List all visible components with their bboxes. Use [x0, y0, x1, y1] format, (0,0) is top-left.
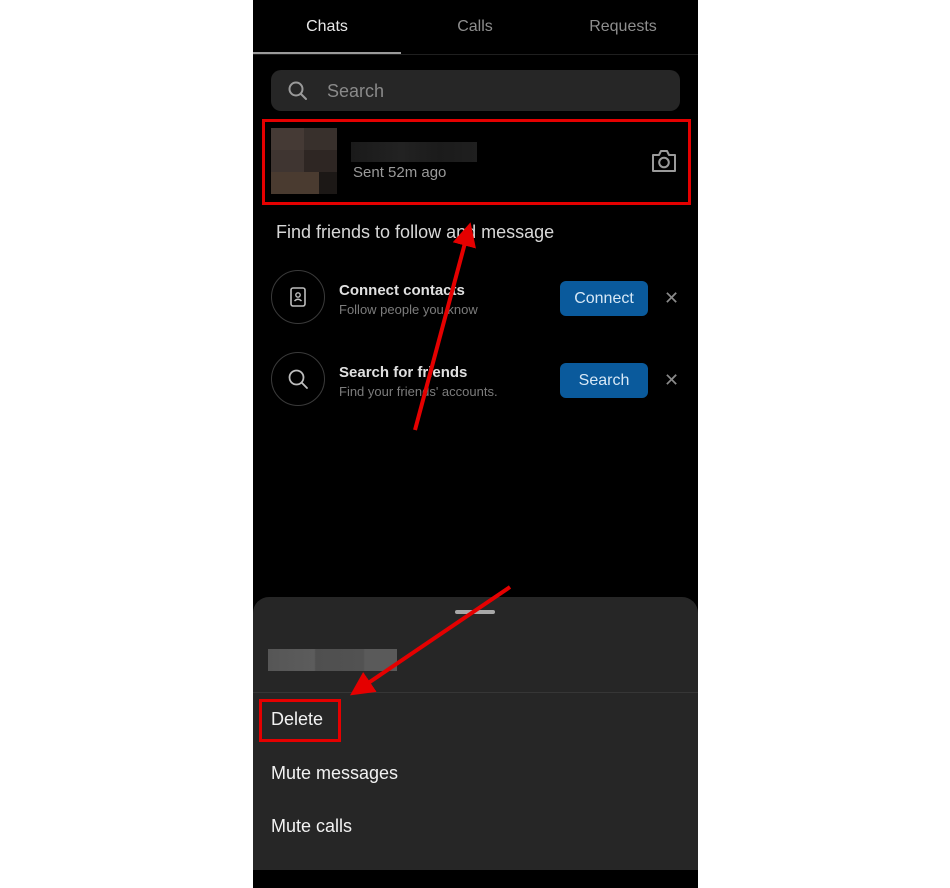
find-friends-title: Find friends to follow and message: [276, 222, 555, 242]
camera-icon[interactable]: [650, 148, 678, 174]
close-icon[interactable]: ✕: [664, 367, 679, 393]
suggestion-subtitle: Find your friends' accounts.: [339, 384, 498, 399]
delete-option[interactable]: Delete: [271, 709, 323, 730]
search-icon: [271, 352, 325, 406]
phone-screen: Chats Calls Requests Sent 52m ago: [253, 0, 698, 888]
mute-messages-option[interactable]: Mute messages: [271, 763, 398, 784]
avatar: [271, 128, 337, 194]
suggestion-search-friends: Search for friends Find your friends' ac…: [271, 352, 686, 410]
conversation-row[interactable]: Sent 52m ago: [265, 120, 686, 202]
tab-chats[interactable]: Chats: [253, 0, 401, 54]
search-friends-button[interactable]: Search: [560, 363, 648, 398]
tab-requests[interactable]: Requests: [549, 0, 697, 54]
tab-calls[interactable]: Calls: [401, 0, 549, 54]
active-tab-indicator: [253, 52, 401, 54]
search-bar[interactable]: [271, 70, 680, 113]
bottom-strip: [253, 870, 698, 888]
mute-calls-option[interactable]: Mute calls: [271, 816, 352, 837]
suggestion-connect-contacts: Connect contacts Follow people you know …: [271, 270, 686, 328]
connect-button[interactable]: Connect: [560, 281, 648, 316]
close-icon[interactable]: ✕: [664, 285, 679, 311]
sheet-contact-name-redacted: [268, 649, 397, 671]
search-input[interactable]: [325, 70, 669, 113]
contact-name-redacted: [351, 142, 477, 162]
tab-bar: Chats Calls Requests: [253, 0, 698, 55]
contact-card-icon: [271, 270, 325, 324]
search-icon: [287, 80, 309, 102]
drag-handle[interactable]: [455, 610, 495, 614]
message-status: Sent 52m ago: [353, 164, 447, 181]
suggestion-title: Connect contacts: [339, 282, 465, 299]
divider: [253, 692, 698, 693]
suggestion-title: Search for friends: [339, 364, 468, 381]
bottom-sheet: Delete Mute messages Mute calls: [253, 597, 698, 870]
suggestion-subtitle: Follow people you know: [339, 302, 478, 317]
